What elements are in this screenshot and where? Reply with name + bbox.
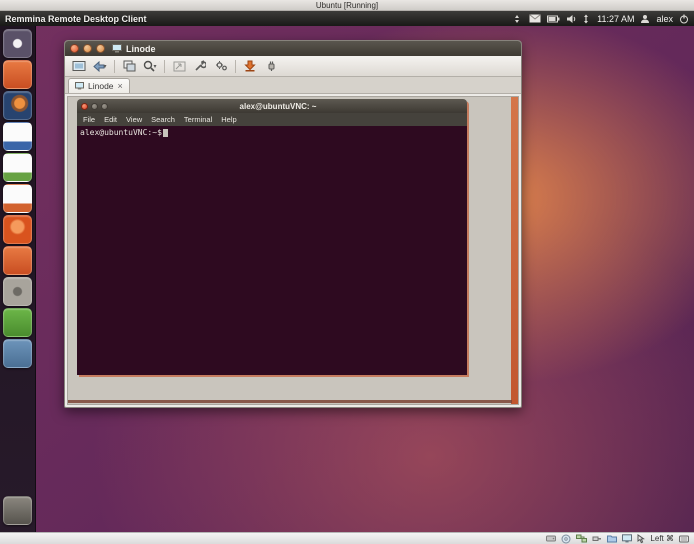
terminal-title: alex@ubuntuVNC: ~ [111,102,445,111]
active-app-title[interactable]: Remmina Remote Desktop Client [5,14,147,24]
system-settings-icon[interactable] [3,277,32,306]
menu-terminal[interactable]: Terminal [184,115,212,124]
libreoffice-impress-icon[interactable] [3,184,32,213]
trash-icon[interactable] [3,496,32,525]
mail-icon[interactable] [529,14,541,23]
window-maximize-button[interactable] [96,44,105,53]
vbox-window-title: Ubuntu [Running] [316,1,378,10]
network-icon[interactable] [512,14,523,24]
unity-launcher [0,26,36,532]
power-icon[interactable] [679,14,689,24]
menu-view[interactable]: View [126,115,142,124]
top-panel: Remmina Remote Desktop Client 11:27 AM a… [0,11,694,26]
disconnect-icon[interactable] [261,58,281,75]
harddisk-icon[interactable] [546,534,556,543]
menu-search[interactable]: Search [151,115,175,124]
host-key-label: Left ⌘ [650,534,674,543]
indicator-area: 11:27 AM alex [512,14,689,24]
display-icon[interactable] [622,534,632,543]
user-icon[interactable] [640,14,650,24]
navigate-back-icon[interactable]: ▾ [90,58,110,75]
network-icon[interactable] [576,534,587,543]
remmina-icon[interactable] [3,308,32,337]
libreoffice-calc-icon[interactable] [3,153,32,182]
firefox-icon[interactable] [3,91,32,120]
terminal-window: alex@ubuntuVNC: ~ File Edit View Search … [77,99,467,375]
window-close-button[interactable] [70,44,79,53]
menu-help[interactable]: Help [221,115,236,124]
workspace-switcher-icon[interactable] [3,339,32,368]
toolbar-separator [164,60,165,73]
ubuntu-one-icon[interactable] [3,246,32,275]
scaled-mode-icon[interactable] [169,58,189,75]
terminal-close-button[interactable] [81,103,88,110]
terminal-titlebar[interactable]: alex@ubuntuVNC: ~ [77,99,467,113]
desktop: Linode ▾ ▾ [0,26,694,532]
terminal-maximize-button[interactable] [101,103,108,110]
remmina-window-icon [112,44,122,53]
remmina-titlebar[interactable]: Linode [65,41,521,56]
tab-linode[interactable]: Linode × [68,78,130,93]
toggle-fullscreen-icon[interactable] [69,58,89,75]
menu-edit[interactable]: Edit [104,115,117,124]
terminal-prompt: alex@ubuntuVNC:~$ [80,128,162,137]
home-folder-icon[interactable] [3,60,32,89]
remmina-window: Linode ▾ ▾ [64,40,522,408]
tools-icon[interactable] [211,58,231,75]
battery-icon[interactable] [547,15,560,23]
preferences-icon[interactable] [190,58,210,75]
vbox-titlebar: Ubuntu [Running] [0,0,694,11]
remote-wallpaper-edge [511,97,518,404]
menu-file[interactable]: File [83,115,95,124]
remmina-window-title: Linode [126,44,156,54]
terminal-cursor [163,129,168,137]
remote-desktop-view[interactable]: alex@ubuntuVNC: ~ File Edit View Search … [67,96,519,405]
keyboard-state-icon [679,535,689,543]
clock[interactable]: 11:27 AM [597,14,634,24]
duplicate-window-icon[interactable] [119,58,139,75]
optical-disc-icon[interactable] [561,534,571,544]
toolbar-separator [235,60,236,73]
terminal-minimize-button[interactable] [91,103,98,110]
shared-folders-icon[interactable] [607,534,617,543]
screenshot-icon[interactable] [240,58,260,75]
libreoffice-writer-icon[interactable] [3,122,32,151]
terminal-body[interactable]: alex@ubuntuVNC:~$ [77,126,467,375]
window-minimize-button[interactable] [83,44,92,53]
toolbar-separator [114,60,115,73]
dash-icon[interactable] [3,29,32,58]
username-label[interactable]: alex [656,14,673,24]
tab-label: Linode [88,81,114,91]
remmina-toolbar: ▾ ▾ [65,56,521,77]
tab-close-icon[interactable]: × [118,82,123,91]
mouse-integration-icon[interactable] [637,534,645,544]
remmina-tabbar: Linode × [65,77,521,94]
sync-arrows-icon[interactable] [583,14,591,24]
terminal-menubar: File Edit View Search Terminal Help [77,113,467,126]
usb-icon[interactable] [592,534,602,543]
virtualbox-window: Ubuntu [Running] Remmina Remote Desktop … [0,0,694,544]
volume-icon[interactable] [566,14,577,24]
remote-desktop-bottom-strip [68,400,512,403]
vbox-statusbar: Left ⌘ [0,532,694,544]
zoom-icon[interactable]: ▾ [140,58,160,75]
ubuntu-software-center-icon[interactable] [3,215,32,244]
tab-monitor-icon [75,82,84,90]
